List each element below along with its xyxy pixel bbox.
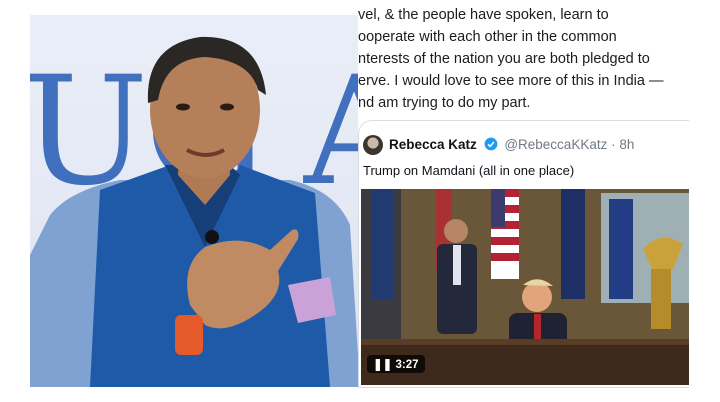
- tweet-line: nd am trying to do my part.: [358, 95, 531, 111]
- speaker-photo: UG A: [30, 15, 360, 387]
- verified-badge-icon: [484, 137, 497, 151]
- tweet-line: ooperate with each other in the common: [358, 29, 617, 45]
- video-duration: 3:27: [395, 359, 419, 371]
- tweet-line: nterests of the nation you are both pled…: [358, 51, 650, 67]
- speaker-figure: [30, 36, 360, 387]
- video-duration-badge[interactable]: ❚❚ 3:27: [367, 355, 425, 373]
- tweet-body: vel, & the people have spoken, learn to …: [358, 4, 698, 114]
- tweet-timestamp[interactable]: · 8h: [611, 137, 634, 152]
- avatar[interactable]: [363, 135, 383, 155]
- pause-icon: ❚❚: [373, 359, 393, 371]
- tweet-line: erve. I would love to see more of this i…: [358, 73, 664, 89]
- tweet-screenshot: vel, & the people have spoken, learn to …: [358, 0, 698, 390]
- quoted-tweet-text: Trump on Mamdani (all in one place): [363, 163, 575, 178]
- quoted-tweet-card[interactable]: Rebecca Katz @RebeccaKKatz · 8h Trump on…: [358, 120, 689, 388]
- video-player[interactable]: ❚❚ 3:27: [361, 189, 689, 385]
- quoted-author-row: Rebecca Katz @RebeccaKKatz · 8h: [389, 137, 634, 152]
- author-name[interactable]: Rebecca Katz: [389, 137, 477, 152]
- tweet-line: vel, & the people have spoken, learn to: [358, 7, 609, 23]
- author-handle[interactable]: @RebeccaKKatz: [504, 137, 607, 152]
